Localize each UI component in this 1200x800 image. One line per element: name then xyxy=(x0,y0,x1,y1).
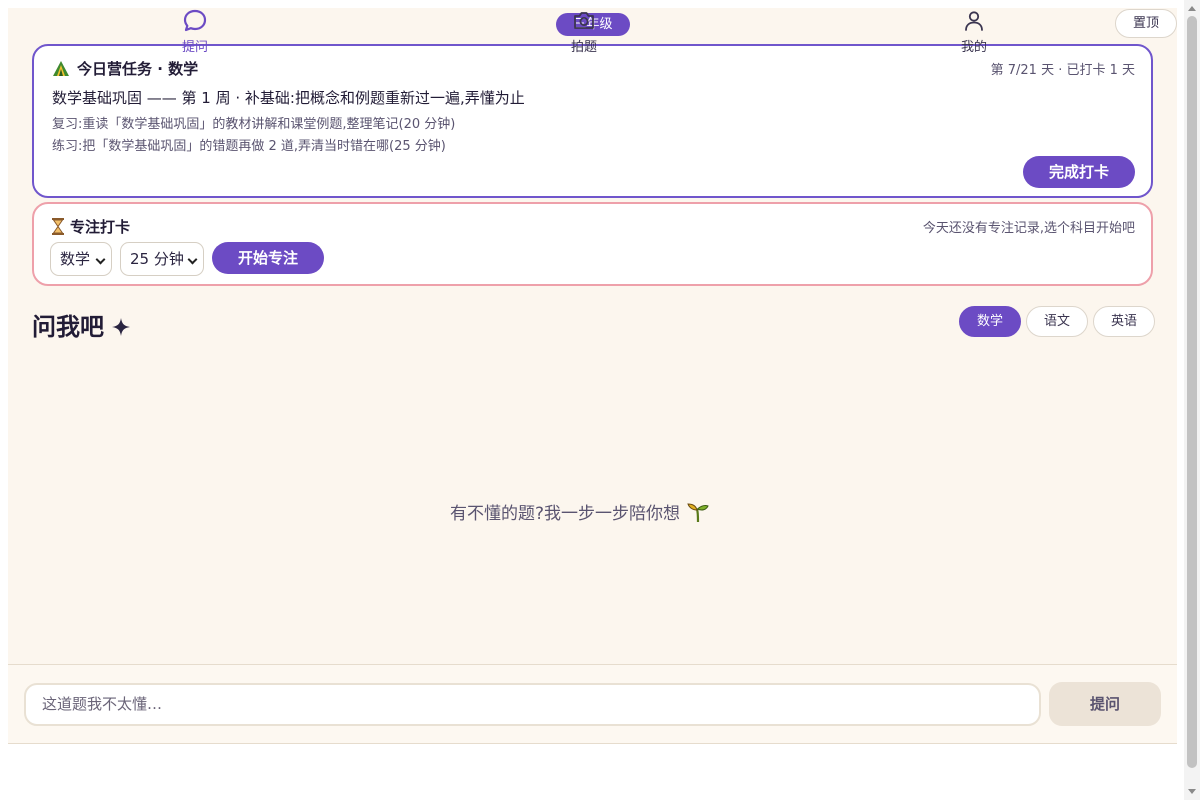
ask-section-title: 问我吧 xyxy=(32,307,131,342)
subject-select[interactable]: 数学 xyxy=(50,242,112,276)
complete-checkin-button[interactable]: 完成打卡 xyxy=(1023,156,1135,188)
nav-item-mine[interactable]: 我的 xyxy=(934,8,1014,55)
empty-state: 有不懂的题?我一步一步陪你想 xyxy=(450,499,710,524)
task-heading: 今日营任务 · 数学 xyxy=(52,58,198,79)
scroll-down-icon[interactable] xyxy=(1188,789,1196,794)
daily-task-card: 今日营任务 · 数学 第 7/21 天 · 已打卡 1 天 数学基础巩固 —— … xyxy=(32,44,1153,198)
hourglass-icon xyxy=(52,218,64,235)
pin-button[interactable]: 置顶 xyxy=(1115,9,1177,38)
camera-icon xyxy=(574,12,594,29)
ask-title-text: 问我吧 xyxy=(32,313,104,341)
nav-item-ask[interactable]: 提问 xyxy=(155,8,235,55)
tab-english[interactable]: 英语 xyxy=(1093,306,1155,337)
task-review-line: 复习:重读「数学基础巩固」的教材讲解和课堂例题,整理笔记(20 分钟) xyxy=(52,117,456,132)
duration-select[interactable]: 25 分钟 xyxy=(120,242,204,276)
focus-heading-text: 专注打卡 xyxy=(70,218,131,236)
subject-select-value: 数学 xyxy=(60,250,91,268)
nav-label-ask: 提问 xyxy=(181,40,208,55)
duration-select-value: 25 分钟 xyxy=(130,250,184,268)
focus-hint: 今天还没有专注记录,选个科目开始吧 xyxy=(922,221,1135,236)
chevron-down-icon xyxy=(95,254,106,265)
empty-state-text: 有不懂的题?我一步一步陪你想 xyxy=(450,504,681,524)
task-progress: 第 7/21 天 · 已打卡 1 天 xyxy=(990,63,1135,78)
focus-checkin-card: 专注打卡 今天还没有专注记录,选个科目开始吧 数学 25 分钟 开始专注 xyxy=(32,202,1153,286)
task-heading-text: 今日营任务 · 数学 xyxy=(77,60,199,78)
chevron-down-icon xyxy=(187,254,198,265)
scrollbar-thumb[interactable] xyxy=(1187,16,1197,768)
focus-heading: 专注打卡 xyxy=(52,216,130,237)
nav-label-mine: 我的 xyxy=(960,40,987,55)
nav-item-photo[interactable]: 拍题 xyxy=(544,8,624,55)
question-input[interactable]: 这道题我不太懂… xyxy=(24,683,1041,726)
start-focus-button[interactable]: 开始专注 xyxy=(212,242,324,274)
scroll-up-icon[interactable] xyxy=(1188,6,1196,11)
bottom-nav xyxy=(8,744,1177,800)
seedling-icon xyxy=(686,500,710,524)
task-practice-line: 练习:把「数学基础巩固」的错题再做 2 道,弄清当时错在哪(25 分钟) xyxy=(52,139,446,154)
subject-tabs: 数学 语文 英语 xyxy=(959,306,1155,337)
tab-math[interactable]: 数学 xyxy=(959,306,1021,337)
camp-tent-icon xyxy=(52,60,70,78)
task-title: 数学基础巩固 —— 第 1 周 · 补基础:把概念和例题重新过一遍,弄懂为止 xyxy=(52,89,525,107)
submit-question-button[interactable]: 提问 xyxy=(1049,682,1161,726)
nav-label-photo: 拍题 xyxy=(570,40,597,55)
chat-bubble-icon xyxy=(183,9,207,32)
user-icon xyxy=(965,11,983,31)
tab-chinese[interactable]: 语文 xyxy=(1026,306,1088,337)
sparkle-icon xyxy=(111,315,131,336)
